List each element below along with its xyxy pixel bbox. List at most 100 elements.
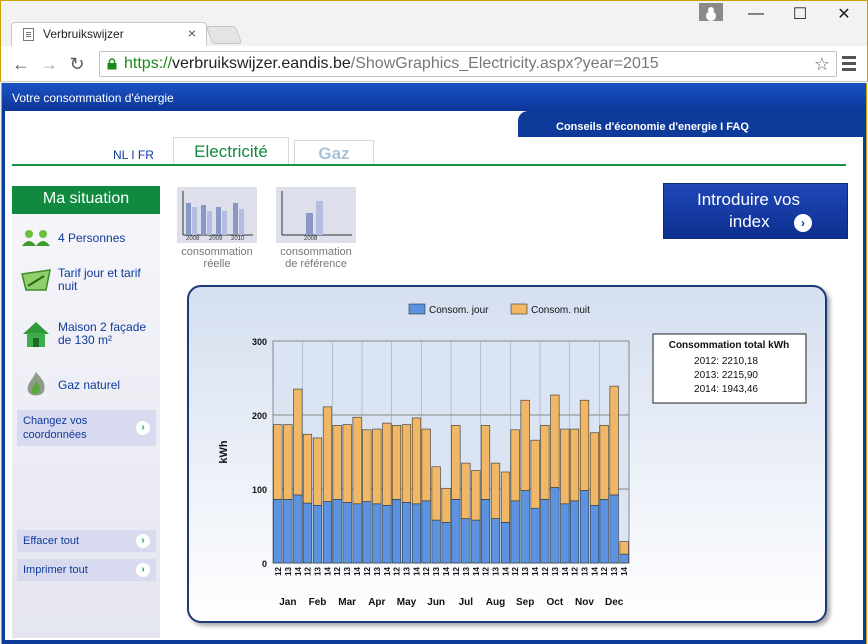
print-all-label: Imprimer tout	[23, 564, 88, 576]
persons-label: 4 Personnes	[58, 230, 126, 245]
x-year-label: 12	[304, 566, 313, 575]
bar-night	[332, 425, 342, 500]
x-month-label: May	[397, 597, 417, 608]
bar-night	[520, 399, 530, 491]
address-bar[interactable]: https://verbruikswijzer.eandis.be/ShowGr…	[99, 51, 837, 77]
bar-night	[273, 424, 283, 500]
bar-night	[352, 416, 362, 505]
bar-night	[461, 462, 471, 519]
close-window-button[interactable]: ✕	[822, 1, 866, 27]
situation-house[interactable]: Maison 2 façade de 130 m²	[20, 318, 160, 350]
bar-day	[312, 504, 323, 564]
totals-title: Consommation total kWh	[669, 340, 790, 351]
print-all-button[interactable]: Imprimer tout ›	[17, 559, 156, 581]
new-tab-button[interactable]	[205, 26, 243, 44]
top-banner: Votre consommation d'énergie	[2, 83, 866, 113]
tab-electricity[interactable]: Electricité	[173, 137, 289, 165]
x-year-label: 14	[413, 566, 422, 575]
browser-menu-icon[interactable]	[842, 56, 856, 72]
reference-consumption-thumbnail[interactable]	[276, 187, 356, 243]
bar-day	[293, 494, 303, 564]
x-year-label: 13	[284, 566, 293, 575]
situation-tariff[interactable]: Tarif jour et tarif nuit	[20, 264, 160, 296]
bar-night	[609, 385, 619, 496]
browser-tab[interactable]: Verbruikswijzer ×	[11, 22, 207, 47]
bar-day	[352, 503, 362, 564]
bar-day	[441, 522, 451, 564]
y-axis-label: kWh	[218, 440, 230, 464]
bar-night	[441, 487, 451, 523]
house-label: Maison 2 façade de 130 m²	[58, 320, 147, 347]
language-switch[interactable]: NL I FR	[113, 148, 154, 162]
x-year-label: 14	[383, 566, 392, 575]
totals-line: 2013: 2215,90	[694, 370, 758, 381]
meter-gauge-icon	[20, 264, 52, 296]
x-year-label: 13	[492, 566, 501, 575]
bar-day	[372, 503, 382, 564]
bar-day	[599, 499, 609, 564]
situation-sidebar: Ma situation 4 Personnes Tarif jour et t…	[12, 186, 160, 638]
reference-consumption-caption[interactable]: consommation de référence	[266, 246, 366, 270]
reload-button[interactable]: ↻	[65, 52, 89, 76]
house-icon	[20, 318, 52, 350]
bar-night	[540, 425, 550, 500]
real-consumption-caption[interactable]: consommation réelle	[167, 246, 267, 270]
real-consumption-thumbnail[interactable]	[177, 187, 257, 243]
maximize-button[interactable]: ☐	[778, 1, 822, 27]
tab-gas[interactable]: Gaz	[294, 140, 374, 164]
x-year-label: 14	[472, 566, 481, 575]
back-button[interactable]: ←	[9, 52, 33, 76]
x-year-label: 12	[333, 566, 342, 575]
advice-faq-link[interactable]: Conseils d'économie d'energie I FAQ	[556, 121, 749, 133]
bar-night	[421, 428, 431, 502]
bar-day	[401, 502, 412, 564]
bar-day	[382, 504, 392, 564]
bar-day	[362, 501, 372, 564]
thumb-year-2009: 2009	[209, 236, 223, 242]
bar-day	[322, 501, 333, 564]
legend-night-swatch	[510, 303, 528, 315]
bar-day	[510, 500, 520, 564]
situation-gas[interactable]: Gaz naturel	[20, 369, 160, 401]
bar-day	[560, 503, 570, 564]
bar-night	[342, 424, 352, 503]
profile-icon[interactable]	[699, 3, 723, 21]
x-year-label: 12	[274, 566, 283, 575]
x-month-label: Mar	[338, 597, 356, 608]
bar-night	[579, 399, 590, 491]
x-year-label: 13	[581, 566, 590, 575]
enter-index-button[interactable]: Introduire vos index ›	[663, 183, 848, 239]
go-arrow-icon: ›	[136, 563, 150, 577]
minimize-button[interactable]: —	[734, 1, 778, 27]
x-month-label: Jan	[279, 597, 296, 608]
change-coordinates-label: Changez vos coordonnées	[23, 415, 88, 441]
window-titlebar: Verbruikswijzer × — ☐ ✕	[0, 0, 868, 47]
bar-night	[293, 388, 303, 496]
thumb-year-2010: 2010	[231, 236, 245, 242]
clear-all-button[interactable]: Effacer tout ›	[17, 530, 156, 552]
x-year-label: 12	[393, 566, 402, 575]
bar-day	[332, 499, 342, 564]
x-year-label: 13	[373, 566, 382, 575]
x-year-label: 13	[521, 566, 530, 575]
bookmark-star-icon[interactable]: ☆	[814, 54, 830, 75]
x-year-label: 12	[511, 566, 520, 575]
bar-night	[283, 424, 293, 500]
y-tick-label: 300	[252, 337, 267, 347]
x-year-label: 14	[561, 566, 570, 575]
forward-button[interactable]: →	[37, 52, 61, 76]
url-text[interactable]: https://verbruikswijzer.eandis.be/ShowGr…	[124, 55, 659, 73]
tab-underline	[12, 164, 846, 166]
clear-all-label: Effacer tout	[23, 535, 80, 547]
tab-close-icon[interactable]: ×	[188, 25, 196, 41]
x-month-label: Dec	[605, 597, 624, 608]
bar-night	[480, 425, 491, 500]
situation-persons[interactable]: 4 Personnes	[20, 222, 160, 254]
legend-night-label: Consom. nuit	[531, 305, 590, 316]
change-coordinates-button[interactable]: Changez vos coordonnées ›	[17, 410, 156, 446]
lock-icon	[107, 58, 117, 70]
bar-day	[273, 499, 283, 564]
y-tick-label: 0	[262, 559, 267, 569]
totals-line: 2014: 1943,46	[694, 384, 758, 395]
bar-night	[312, 437, 323, 506]
